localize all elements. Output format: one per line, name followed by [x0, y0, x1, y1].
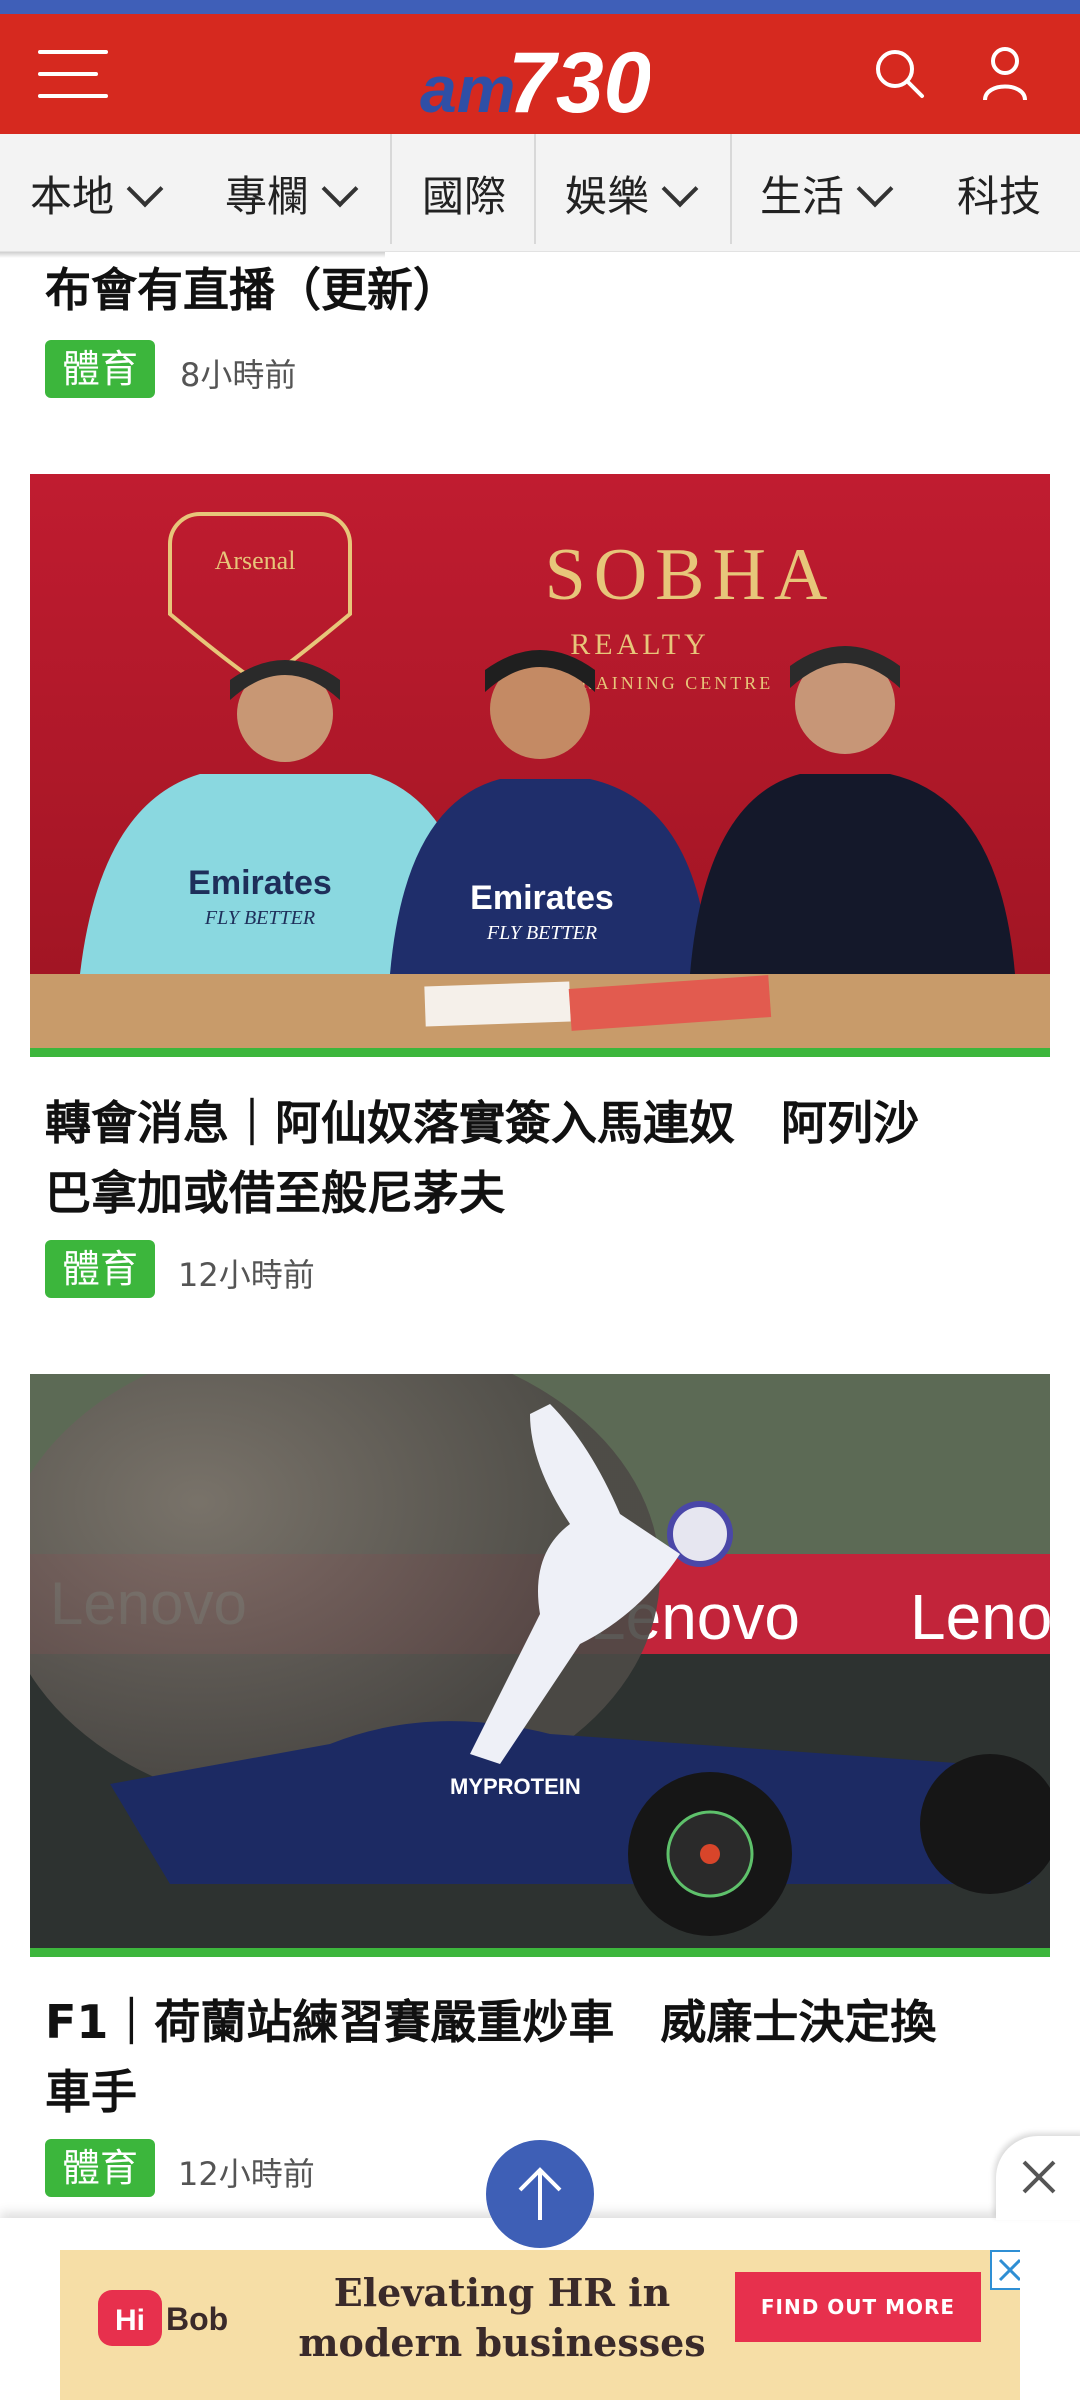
- article-image[interactable]: Lenovo Lenovo Lenovo MYPROTEIN: [30, 1374, 1050, 1956]
- svg-text:REALTY: REALTY: [570, 628, 710, 661]
- category-local[interactable]: 本地: [30, 134, 164, 252]
- article-title-line: 巴拿加或借至般尼茅夫: [45, 1166, 505, 1220]
- hibob-logo: Hi Bob: [98, 2290, 228, 2346]
- category-nav-bar: 本地 專欄 國際 娛樂 生活 科技: [0, 134, 1080, 252]
- svg-text:TRAINING CENTRE: TRAINING CENTRE: [567, 673, 773, 693]
- svg-text:Lenovo: Lenovo: [910, 1581, 1050, 1653]
- arrow-up-icon: [518, 2167, 562, 2220]
- category-divider: [730, 134, 732, 244]
- category-label: 專欄: [225, 171, 310, 221]
- chevron-down-icon: [321, 170, 359, 208]
- article-title-line: F1｜荷蘭站練習賽嚴重炒車 威廉士決定換: [45, 1995, 937, 2049]
- ad-dismiss-tab[interactable]: [996, 2136, 1080, 2220]
- image-accent-bar: [30, 1048, 1050, 1057]
- category-tag[interactable]: 體育: [45, 2139, 155, 2197]
- category-divider: [534, 134, 536, 244]
- svg-text:Hi: Hi: [115, 2304, 145, 2337]
- category-lifestyle[interactable]: 生活: [760, 134, 894, 252]
- category-tech[interactable]: 科技: [957, 134, 1041, 252]
- site-header: am 730: [0, 14, 1080, 134]
- category-label: 娛樂: [565, 171, 650, 221]
- category-tag[interactable]: 體育: [45, 1240, 155, 1298]
- article-time: 12小時前: [178, 1256, 315, 1294]
- top-color-strip: [0, 0, 1080, 14]
- ad-close-icon[interactable]: [990, 2250, 1020, 2290]
- user-account-icon[interactable]: [975, 44, 1035, 104]
- article-title[interactable]: 轉會消息｜阿仙奴落實簽入馬連奴 阿列沙 巴拿加或借至般尼茅夫: [45, 1088, 1035, 1228]
- svg-text:Emirates: Emirates: [188, 864, 332, 902]
- svg-text:MYPROTEIN: MYPROTEIN: [450, 1774, 581, 1799]
- category-label: 科技: [957, 171, 1042, 221]
- svg-text:SOBHA: SOBHA: [545, 534, 836, 616]
- category-label: 國際: [422, 171, 507, 221]
- article-title-line: 車手: [45, 2065, 137, 2119]
- search-icon[interactable]: [870, 44, 930, 104]
- article-title[interactable]: 布會有直播（更新）: [45, 255, 1035, 325]
- hamburger-menu-icon[interactable]: [38, 48, 110, 100]
- close-icon: [1022, 2160, 1056, 2194]
- chevron-down-icon: [856, 170, 894, 208]
- chevron-down-icon: [126, 170, 164, 208]
- svg-text:FLY BETTER: FLY BETTER: [204, 907, 315, 929]
- back-to-top-button[interactable]: [486, 2140, 594, 2248]
- ad-headline-line: modern businesses: [298, 2320, 706, 2365]
- article-time: 12小時前: [178, 2155, 315, 2193]
- ad-cta-button[interactable]: FIND OUT MORE: [735, 2272, 981, 2342]
- svg-text:Arsenal: Arsenal: [215, 546, 296, 575]
- svg-text:FLY BETTER: FLY BETTER: [486, 922, 597, 944]
- am730-logo[interactable]: am 730: [420, 32, 650, 124]
- article-title-line: 轉會消息｜阿仙奴落實簽入馬連奴 阿列沙: [45, 1096, 919, 1150]
- image-accent-bar: [30, 1948, 1050, 1957]
- category-label: 本地: [30, 171, 115, 221]
- category-international[interactable]: 國際: [422, 134, 506, 252]
- ad-headline-line: Elevating HR in: [333, 2270, 671, 2315]
- category-label: 生活: [760, 171, 845, 221]
- category-tag[interactable]: 體育: [45, 340, 155, 398]
- category-entertainment[interactable]: 娛樂: [565, 134, 699, 252]
- article-title[interactable]: F1｜荷蘭站練習賽嚴重炒車 威廉士決定換 車手: [45, 1987, 1035, 2127]
- ad-banner[interactable]: Hi Bob Elevating HR in modern businesses…: [60, 2250, 1020, 2400]
- svg-text:Emirates: Emirates: [470, 879, 614, 917]
- chevron-down-icon: [661, 170, 699, 208]
- svg-text:730: 730: [508, 35, 650, 124]
- article-time: 8小時前: [180, 356, 297, 394]
- svg-text:am: am: [420, 52, 515, 124]
- category-divider: [390, 134, 392, 244]
- article-image[interactable]: Arsenal SOBHA REALTY TRAINING CENTRE Emi…: [30, 474, 1050, 1054]
- category-columns[interactable]: 專欄: [225, 134, 359, 252]
- svg-text:Bob: Bob: [166, 2301, 228, 2337]
